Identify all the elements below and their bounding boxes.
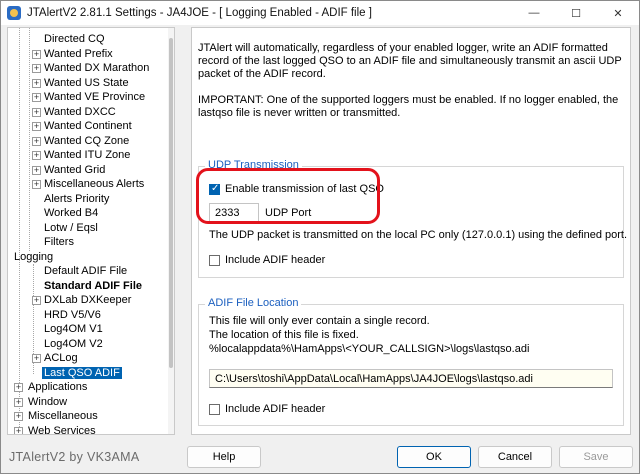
intro-text: JTAlert will automatically, regardless o… [198,42,622,80]
tree-item-last-qso-adif[interactable]: Last QSO ADIF [42,366,122,381]
tree-item-alerts-priority[interactable]: Alerts Priority [44,192,109,207]
expand-icon[interactable]: + [32,93,41,102]
tree-item-wanted-cq-zone[interactable]: + Wanted CQ Zone [32,134,129,149]
tree-item-wanted-ve-province[interactable]: + Wanted VE Province [32,90,145,105]
tree-item-miscellaneous-alerts[interactable]: + Miscellaneous Alerts [32,177,144,192]
help-button[interactable]: Help [187,446,261,468]
tree-guide-line [29,28,30,251]
tree-item-miscellaneous[interactable]: + Miscellaneous [14,409,98,424]
tree-item-wanted-dxcc[interactable]: + Wanted DXCC [32,105,116,120]
expand-icon[interactable]: + [32,296,41,305]
highlight-ring [196,168,380,224]
expand-icon[interactable]: + [32,122,41,131]
adif-line-1: This file will only ever contain a singl… [209,315,430,327]
tree-item-default-adif-file[interactable]: Default ADIF File [44,264,127,279]
tree-item-hrd[interactable]: HRD V5/V6 [44,308,101,323]
expand-icon[interactable]: + [32,64,41,73]
tree-item-wanted-itu-zone[interactable]: + Wanted ITU Zone [32,148,130,163]
expand-icon[interactable]: + [32,180,41,189]
expand-icon[interactable]: + [32,107,41,117]
settings-panel: JTAlert will automatically, regardless o… [191,27,631,435]
tree-item-wanted-grid[interactable]: + Wanted Grid [32,163,105,178]
maximize-button[interactable]: ☐ [555,1,597,25]
cancel-button[interactable]: Cancel [478,446,552,468]
credit-text: JTAlertV2 by VK3AMA [9,450,140,464]
adif-file-location-group: ADIF File Location This file will only e… [198,297,624,426]
save-button[interactable]: Save [559,446,633,468]
tree-item-applications[interactable]: + Applications [14,380,87,395]
ok-button[interactable]: OK [397,446,471,468]
window-title: JTAlertV2 2.81.1 Settings - JA4JOE - [ L… [27,7,372,19]
adif-include-header-checkbox[interactable] [209,404,220,415]
settings-window: JTAlertV2 2.81.1 Settings - JA4JOE - [ L… [0,0,640,474]
tree-item-wanted-prefix[interactable]: + Wanted Prefix [32,47,113,62]
tree-item-directed-cq[interactable]: Directed CQ [44,32,105,47]
expand-icon[interactable]: + [32,136,41,146]
tree-item-dxlab-dxkeeper[interactable]: + DXLab DXKeeper [32,293,131,308]
minimize-button[interactable]: — [513,1,555,25]
adif-include-header-label: Include ADIF header [225,403,326,415]
expand-icon[interactable]: + [14,397,23,407]
tree-item-wanted-continent[interactable]: + Wanted Continent [32,119,132,134]
close-button[interactable]: ✕ [597,1,639,25]
tree-scrollbar-thumb[interactable] [169,38,173,368]
expand-icon[interactable]: + [32,354,41,363]
tree-item-logging[interactable]: Logging [14,250,53,265]
tree-item-lotw-eqsl[interactable]: Lotw / Eqsl [44,221,98,236]
expand-icon[interactable]: + [32,78,41,88]
udp-info-text: The UDP packet is transmitted on the loc… [209,229,628,241]
app-icon [7,6,21,20]
tree-guide-line [19,28,20,433]
settings-tree[interactable]: Directed CQ + Wanted Prefix + Wanted DX Ma… [7,27,175,435]
tree-item-log4om-v1[interactable]: Log4OM V1 [44,322,103,337]
udp-include-header-checkbox[interactable] [209,255,220,266]
important-text: IMPORTANT: One of the supported loggers … [198,94,619,119]
adif-group-title: ADIF File Location [205,297,302,309]
adif-line-3: %localappdata%\HamApps\<YOUR_CALLSIGN>\l… [209,343,530,355]
tree-item-wanted-dx-marathon[interactable]: + Wanted DX Marathon [32,61,149,76]
tree-item-log4om-v2[interactable]: Log4OM V2 [44,337,103,352]
tree-item-wanted-us-state[interactable]: + Wanted US State [32,76,129,91]
window-controls: — ☐ ✕ [513,1,639,25]
udp-include-header-label: Include ADIF header [225,254,326,266]
tree-scrollbar[interactable] [168,28,174,434]
expand-icon[interactable]: + [32,49,41,59]
tree-item-window[interactable]: + Window [14,395,67,410]
expand-icon[interactable]: + [32,151,41,160]
tree-item-filters[interactable]: Filters [44,235,74,250]
expand-icon[interactable]: + [14,426,23,434]
adif-path-field[interactable]: C:\Users\toshi\AppData\Local\HamApps\JA4… [209,369,613,388]
title-bar: JTAlertV2 2.81.1 Settings - JA4JOE - [ L… [1,1,639,25]
expand-icon[interactable]: + [14,383,23,392]
expand-icon[interactable]: + [32,165,41,175]
expand-icon[interactable]: + [14,412,23,421]
tree-item-aclog[interactable]: + ACLog [32,351,78,366]
tree-item-standard-adif-file[interactable]: Standard ADIF File [44,279,142,294]
tree-item-worked-b4[interactable]: Worked B4 [44,206,98,221]
tree-item-web-services[interactable]: + Web Services [14,424,96,434]
adif-line-2: The location of this file is fixed. [209,329,359,341]
